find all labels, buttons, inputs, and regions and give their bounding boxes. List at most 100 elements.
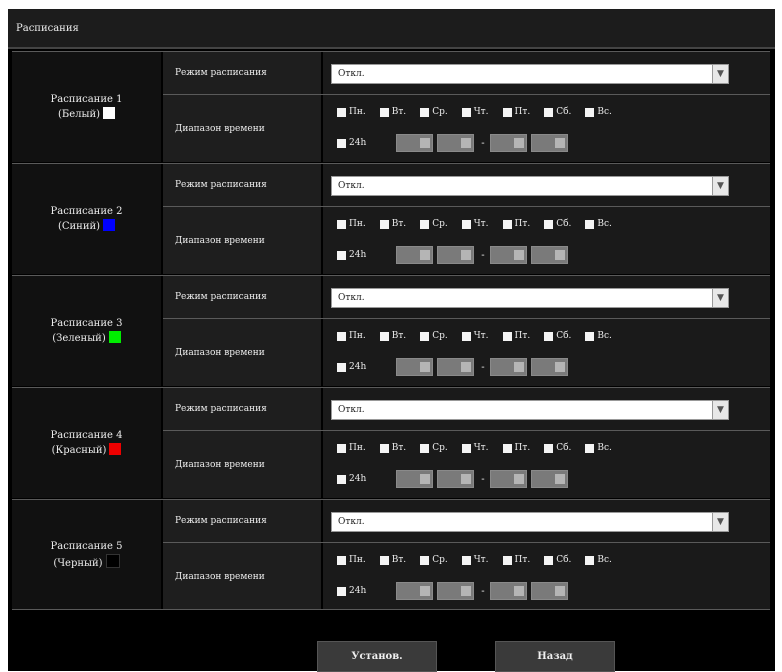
checkbox[interactable] xyxy=(585,107,595,117)
checkbox[interactable] xyxy=(420,219,430,229)
day-checkbox[interactable]: Ср. xyxy=(420,219,448,229)
day-checkbox[interactable]: Вт. xyxy=(379,219,406,229)
end-minute-select[interactable] xyxy=(530,358,568,376)
checkbox[interactable] xyxy=(502,331,512,341)
checkbox[interactable] xyxy=(420,443,430,453)
checkbox[interactable] xyxy=(585,555,595,565)
day-checkbox[interactable]: Сб. xyxy=(544,443,571,453)
day-checkbox[interactable]: Пн. xyxy=(337,107,366,117)
checkbox[interactable] xyxy=(461,555,471,565)
checkbox[interactable] xyxy=(502,107,512,117)
checkbox[interactable] xyxy=(337,107,346,117)
h24-checkbox[interactable]: 24h xyxy=(337,474,366,484)
day-checkbox[interactable]: Пн. xyxy=(337,555,366,565)
h24-checkbox[interactable]: 24h xyxy=(337,138,366,148)
checkbox[interactable] xyxy=(379,331,389,341)
chevron-down-icon[interactable] xyxy=(513,586,524,596)
day-checkbox[interactable]: Чт. xyxy=(461,331,489,341)
h24-checkbox[interactable]: 24h xyxy=(337,586,366,596)
day-checkbox[interactable]: Пт. xyxy=(502,331,530,341)
checkbox[interactable] xyxy=(337,586,346,596)
chevron-down-icon[interactable] xyxy=(513,138,524,148)
chevron-down-icon[interactable] xyxy=(420,138,431,148)
day-checkbox[interactable]: Сб. xyxy=(544,219,571,229)
checkbox[interactable] xyxy=(544,331,554,341)
schedule-mode-select[interactable]: Откл. ▼ xyxy=(331,512,729,532)
chevron-down-icon[interactable]: ▼ xyxy=(712,513,728,531)
start-minute-select[interactable] xyxy=(437,582,475,600)
end-hour-select[interactable] xyxy=(489,582,527,600)
day-checkbox[interactable]: Вс. xyxy=(585,107,612,117)
chevron-down-icon[interactable]: ▼ xyxy=(712,65,728,83)
checkbox[interactable] xyxy=(379,107,389,117)
checkbox[interactable] xyxy=(379,219,389,229)
chevron-down-icon[interactable] xyxy=(554,138,565,148)
checkbox[interactable] xyxy=(379,555,389,565)
chevron-down-icon[interactable] xyxy=(461,250,472,260)
chevron-down-icon[interactable]: ▼ xyxy=(712,289,728,307)
end-hour-select[interactable] xyxy=(489,358,527,376)
day-checkbox[interactable]: Вт. xyxy=(379,443,406,453)
chevron-down-icon[interactable] xyxy=(461,362,472,372)
day-checkbox[interactable]: Чт. xyxy=(461,219,489,229)
start-hour-select[interactable] xyxy=(396,134,434,152)
chevron-down-icon[interactable] xyxy=(554,586,565,596)
chevron-down-icon[interactable]: ▼ xyxy=(712,177,728,195)
day-checkbox[interactable]: Чт. xyxy=(461,107,489,117)
day-checkbox[interactable]: Ср. xyxy=(420,331,448,341)
chevron-down-icon[interactable] xyxy=(461,586,472,596)
day-checkbox[interactable]: Чт. xyxy=(461,555,489,565)
end-minute-select[interactable] xyxy=(530,134,568,152)
checkbox[interactable] xyxy=(502,443,512,453)
chevron-down-icon[interactable]: ▼ xyxy=(712,401,728,419)
day-checkbox[interactable]: Чт. xyxy=(461,443,489,453)
chevron-down-icon[interactable] xyxy=(513,362,524,372)
day-checkbox[interactable]: Ср. xyxy=(420,107,448,117)
schedule-mode-select[interactable]: Откл. ▼ xyxy=(331,176,729,196)
schedule-mode-select[interactable]: Откл. ▼ xyxy=(331,288,729,308)
checkbox[interactable] xyxy=(337,555,346,565)
checkbox[interactable] xyxy=(337,219,346,229)
checkbox[interactable] xyxy=(337,474,346,484)
day-checkbox[interactable]: Пн. xyxy=(337,219,366,229)
checkbox[interactable] xyxy=(337,331,346,341)
set-button[interactable]: Установ. xyxy=(317,641,437,672)
back-button[interactable]: Назад xyxy=(495,641,615,672)
day-checkbox[interactable]: Пт. xyxy=(502,107,530,117)
day-checkbox[interactable]: Вс. xyxy=(585,219,612,229)
chevron-down-icon[interactable] xyxy=(554,250,565,260)
day-checkbox[interactable]: Пт. xyxy=(502,443,530,453)
day-checkbox[interactable]: Пн. xyxy=(337,443,366,453)
chevron-down-icon[interactable] xyxy=(461,138,472,148)
checkbox[interactable] xyxy=(379,443,389,453)
schedule-mode-select[interactable]: Откл. ▼ xyxy=(331,64,729,84)
day-checkbox[interactable]: Пн. xyxy=(337,331,366,341)
start-hour-select[interactable] xyxy=(396,358,434,376)
chevron-down-icon[interactable] xyxy=(420,586,431,596)
checkbox[interactable] xyxy=(461,331,471,341)
chevron-down-icon[interactable] xyxy=(554,474,565,484)
checkbox[interactable] xyxy=(337,443,346,453)
end-hour-select[interactable] xyxy=(489,134,527,152)
day-checkbox[interactable]: Вт. xyxy=(379,555,406,565)
day-checkbox[interactable]: Пт. xyxy=(502,555,530,565)
start-hour-select[interactable] xyxy=(396,246,434,264)
chevron-down-icon[interactable] xyxy=(461,474,472,484)
start-minute-select[interactable] xyxy=(437,134,475,152)
checkbox[interactable] xyxy=(337,362,346,372)
checkbox[interactable] xyxy=(337,138,346,148)
day-checkbox[interactable]: Сб. xyxy=(544,331,571,341)
checkbox[interactable] xyxy=(544,555,554,565)
end-hour-select[interactable] xyxy=(489,470,527,488)
checkbox[interactable] xyxy=(502,219,512,229)
day-checkbox[interactable]: Вс. xyxy=(585,443,612,453)
end-minute-select[interactable] xyxy=(530,582,568,600)
end-minute-select[interactable] xyxy=(530,470,568,488)
checkbox[interactable] xyxy=(544,219,554,229)
checkbox[interactable] xyxy=(420,555,430,565)
start-hour-select[interactable] xyxy=(396,470,434,488)
checkbox[interactable] xyxy=(585,443,595,453)
h24-checkbox[interactable]: 24h xyxy=(337,362,366,372)
chevron-down-icon[interactable] xyxy=(420,362,431,372)
checkbox[interactable] xyxy=(544,107,554,117)
